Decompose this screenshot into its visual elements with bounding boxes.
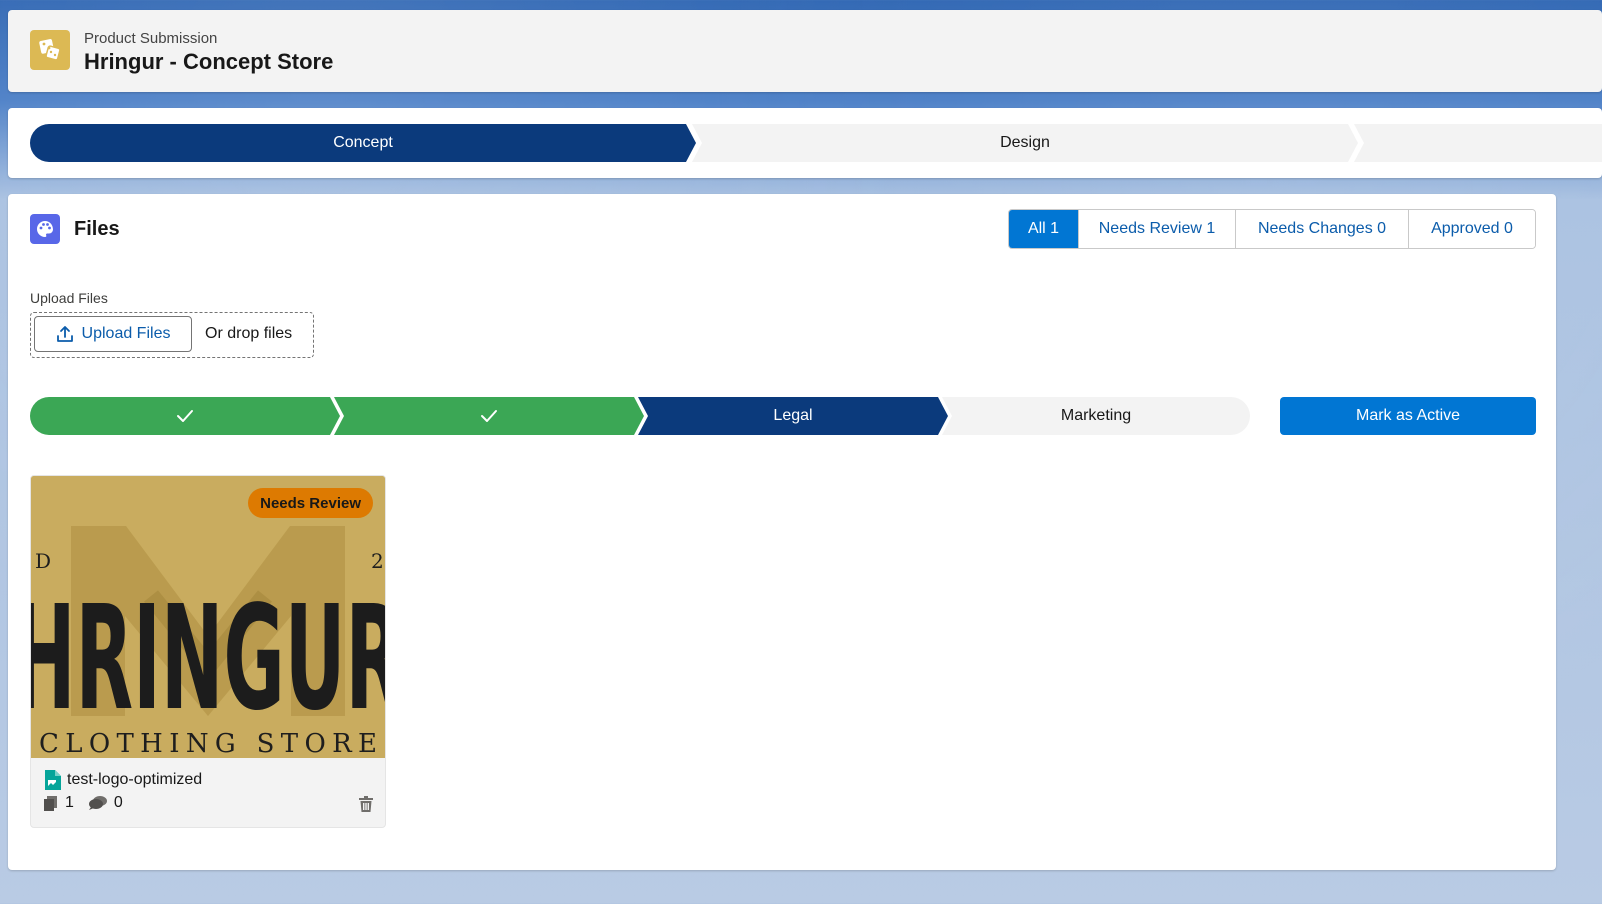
file-name[interactable]: test-logo-optimized [67, 771, 202, 789]
filter-approved-button[interactable]: Approved 0 [1409, 210, 1535, 248]
status-badge: Needs Review [248, 488, 373, 518]
status-filter-group: All 1 Needs Review 1 Needs Changes 0 App… [1008, 209, 1536, 249]
image-file-icon [45, 770, 61, 790]
filter-all-button[interactable]: All 1 [1009, 210, 1079, 248]
versions-icon [44, 796, 57, 811]
delete-file-button[interactable] [359, 796, 373, 817]
filter-needs-review-button[interactable]: Needs Review 1 [1079, 210, 1236, 248]
check-icon [175, 408, 195, 424]
upload-files-button[interactable]: Upload Files [34, 316, 192, 352]
file-thumbnail[interactable]: D 2 HRINGUR CLOTHING STORE Needs Review [31, 476, 385, 758]
comment-count: 0 [113, 794, 123, 811]
filter-needs-changes-button[interactable]: Needs Changes 0 [1236, 210, 1409, 248]
path-stage-concept[interactable]: Concept [30, 124, 696, 162]
files-panel: Files All 1 Needs Review 1 Needs Changes… [8, 194, 1556, 870]
palette-icon [30, 214, 60, 244]
path-stage-complete-2[interactable] [334, 397, 644, 435]
path-stage-design[interactable]: Design [692, 124, 1358, 162]
record-type-label: Product Submission [84, 30, 218, 47]
check-icon [479, 408, 499, 424]
file-dropzone[interactable]: Upload Files Or drop files [30, 312, 314, 358]
comments-icon [88, 796, 107, 810]
path-stage-complete-1[interactable] [30, 397, 340, 435]
file-card[interactable]: D 2 HRINGUR CLOTHING STORE Needs Review … [30, 475, 386, 828]
product-icon [30, 30, 70, 70]
version-count: 1 [65, 794, 74, 811]
mark-as-active-button[interactable]: Mark as Active [1280, 397, 1536, 435]
path-stage-label: Legal [773, 407, 813, 424]
logo-corner-left: D [35, 549, 51, 573]
path-stage-label: Marketing [1060, 407, 1132, 424]
path-stage-label: Concept [333, 134, 393, 151]
path-stage-next[interactable] [1354, 124, 1602, 162]
upload-files-label: Upload Files [30, 290, 108, 306]
trash-icon [359, 796, 373, 812]
path-stage-marketing[interactable]: Marketing [942, 397, 1250, 435]
logo-brand-text: HRINGUR [31, 574, 385, 742]
path-stage-label: Design [1000, 134, 1050, 151]
upload-icon [56, 326, 73, 342]
path-stage-legal[interactable]: Legal [638, 397, 948, 435]
panel-title: Files [74, 218, 120, 240]
upload-button-label: Upload Files [81, 325, 171, 342]
record-title: Hringur - Concept Store [84, 49, 334, 74]
record-header: Product Submission Hringur - Concept Sto… [8, 10, 1602, 92]
logo-corner-right: 2 [371, 549, 384, 573]
drop-files-text: Or drop files [205, 325, 293, 342]
stage-path: Concept Design [8, 108, 1602, 178]
